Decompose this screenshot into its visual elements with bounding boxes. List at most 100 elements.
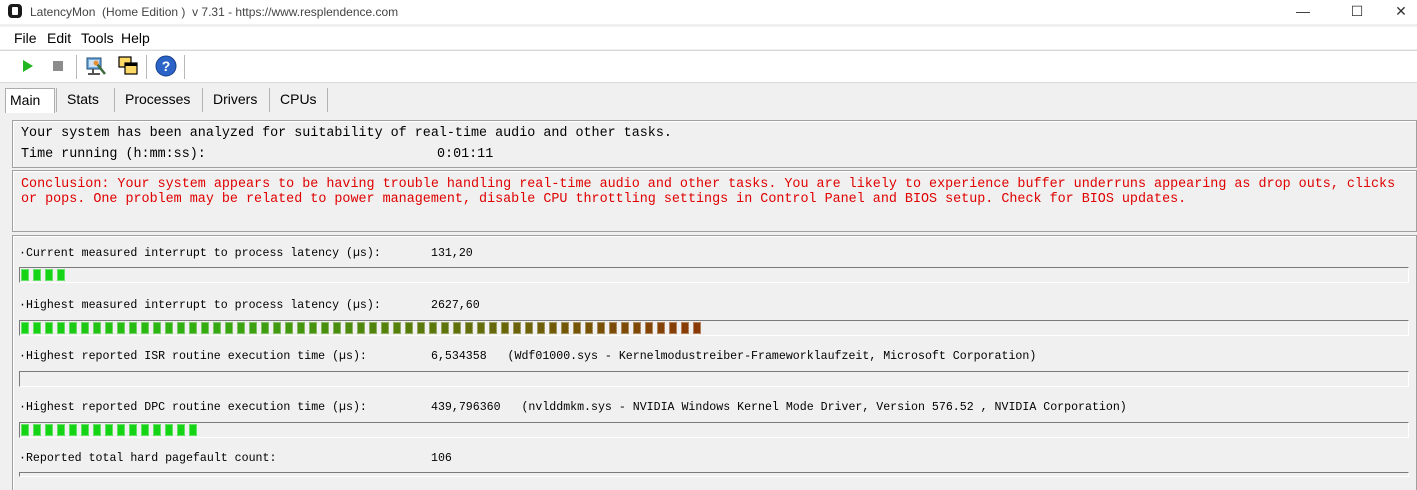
level-bar-segment bbox=[177, 322, 185, 334]
conclusion-text: Conclusion: Your system appears to be ha… bbox=[21, 177, 1396, 207]
level-bar-segment bbox=[129, 424, 137, 436]
level-bar-segment bbox=[525, 322, 533, 334]
tab-processes[interactable]: Processes bbox=[121, 88, 194, 112]
current-latency-bar bbox=[19, 267, 1409, 283]
level-bar-segment bbox=[549, 322, 557, 334]
level-bar-segment bbox=[33, 269, 41, 281]
tab-cpus-label: CPUs bbox=[280, 91, 317, 107]
level-bar-segment bbox=[513, 322, 521, 334]
menu-file[interactable]: File bbox=[14, 30, 37, 46]
tab-separator bbox=[327, 88, 328, 112]
level-bar-segment bbox=[309, 322, 317, 334]
tab-stats-label: Stats bbox=[67, 91, 99, 107]
menu-tools[interactable]: Tools bbox=[81, 30, 114, 46]
tab-drivers[interactable]: Drivers bbox=[209, 88, 261, 112]
level-bar-segment bbox=[621, 322, 629, 334]
level-bar-segment bbox=[57, 269, 65, 281]
level-bar-segment bbox=[201, 322, 209, 334]
current-latency-value: 131,20 bbox=[431, 247, 473, 260]
level-bar-segment bbox=[393, 322, 401, 334]
toolbar: ? bbox=[0, 50, 1417, 83]
level-bar-segment bbox=[45, 322, 53, 334]
level-bar-segment bbox=[153, 424, 161, 436]
level-bar-segment bbox=[333, 322, 341, 334]
level-bar-segment bbox=[261, 322, 269, 334]
tab-separator bbox=[114, 88, 115, 112]
pagefault-count-value: 106 bbox=[431, 452, 452, 465]
level-bar-segment bbox=[33, 424, 41, 436]
tab-separator bbox=[202, 88, 203, 112]
level-bar-segment bbox=[165, 424, 173, 436]
minimize-button[interactable]: — bbox=[1280, 0, 1326, 24]
menu-bar: File Edit Tools Help bbox=[0, 27, 1417, 49]
level-bar-segment bbox=[357, 322, 365, 334]
tab-processes-label: Processes bbox=[125, 91, 191, 107]
menu-edit[interactable]: Edit bbox=[47, 30, 71, 46]
analysis-summary-text: Your system has been analyzed for suitab… bbox=[21, 126, 672, 141]
dpc-time-label: ·Highest reported DPC routine execution … bbox=[19, 401, 367, 414]
level-bar-segment bbox=[297, 322, 305, 334]
play-icon[interactable] bbox=[15, 54, 39, 78]
tab-cpus[interactable]: CPUs bbox=[276, 88, 321, 112]
level-bar-segment bbox=[453, 322, 461, 334]
toolbar-separator bbox=[146, 55, 147, 79]
level-bar-segment bbox=[465, 322, 473, 334]
level-bar-segment bbox=[405, 322, 413, 334]
tab-main[interactable]: Main bbox=[5, 88, 55, 113]
help-icon[interactable]: ? bbox=[154, 54, 178, 78]
window-title: LatencyMon (Home Edition ) v 7.31 - http… bbox=[30, 5, 399, 19]
current-latency-label: ·Current measured interrupt to process l… bbox=[19, 247, 381, 260]
menu-help[interactable]: Help bbox=[121, 30, 150, 46]
pagefault-bar bbox=[19, 472, 1409, 477]
level-bar-segment bbox=[45, 424, 53, 436]
tab-drivers-label: Drivers bbox=[213, 91, 258, 107]
app-icon bbox=[8, 4, 22, 18]
level-bar-segment bbox=[609, 322, 617, 334]
level-bar-segment bbox=[285, 322, 293, 334]
tab-stats[interactable]: Stats bbox=[63, 88, 103, 112]
time-running-value: 0:01:11 bbox=[437, 147, 494, 162]
level-bar-segment bbox=[225, 322, 233, 334]
level-bar-segment bbox=[57, 322, 65, 334]
level-bar-segment bbox=[45, 269, 53, 281]
windows-icon[interactable] bbox=[116, 54, 140, 78]
maximize-button[interactable]: ☐ bbox=[1334, 0, 1380, 24]
level-bar-segment bbox=[477, 322, 485, 334]
stop-icon[interactable] bbox=[46, 54, 70, 78]
level-bar-segment bbox=[369, 322, 377, 334]
toolbar-separator bbox=[184, 55, 185, 79]
level-bar-segment bbox=[321, 322, 329, 334]
level-bar-segment bbox=[213, 322, 221, 334]
level-bar-segment bbox=[657, 322, 665, 334]
level-bar-segment bbox=[417, 322, 425, 334]
level-bar-segment bbox=[561, 322, 569, 334]
svg-text:?: ? bbox=[162, 58, 171, 74]
level-bar-segment bbox=[117, 424, 125, 436]
dpc-time-value: 439,796360 (nvlddmkm.sys - NVIDIA Window… bbox=[431, 401, 1127, 414]
dpc-time-bar bbox=[19, 422, 1409, 438]
isr-time-bar bbox=[19, 371, 1409, 387]
level-bar-segment bbox=[21, 269, 29, 281]
level-bar-segment bbox=[81, 322, 89, 334]
level-bar-segment bbox=[93, 424, 101, 436]
toolbar-separator bbox=[76, 55, 77, 79]
level-bar-segment bbox=[693, 322, 701, 334]
level-bar-segment bbox=[57, 424, 65, 436]
pagefault-count-label: ·Reported total hard pagefault count: bbox=[19, 452, 277, 465]
level-bar-segment bbox=[189, 322, 197, 334]
level-bar-segment bbox=[573, 322, 581, 334]
level-bar-segment bbox=[165, 322, 173, 334]
level-bar-segment bbox=[441, 322, 449, 334]
highest-latency-value: 2627,60 bbox=[431, 299, 480, 312]
level-bar-segment bbox=[249, 322, 257, 334]
level-bar-segment bbox=[21, 322, 29, 334]
level-bar-segment bbox=[489, 322, 497, 334]
level-bar-segment bbox=[669, 322, 677, 334]
close-button[interactable]: ✕ bbox=[1378, 0, 1417, 24]
level-bar-segment bbox=[177, 424, 185, 436]
level-bar-segment bbox=[81, 424, 89, 436]
level-bar-segment bbox=[633, 322, 641, 334]
level-bar-segment bbox=[33, 322, 41, 334]
level-bar-segment bbox=[429, 322, 437, 334]
settings-monitor-icon[interactable] bbox=[84, 54, 108, 78]
